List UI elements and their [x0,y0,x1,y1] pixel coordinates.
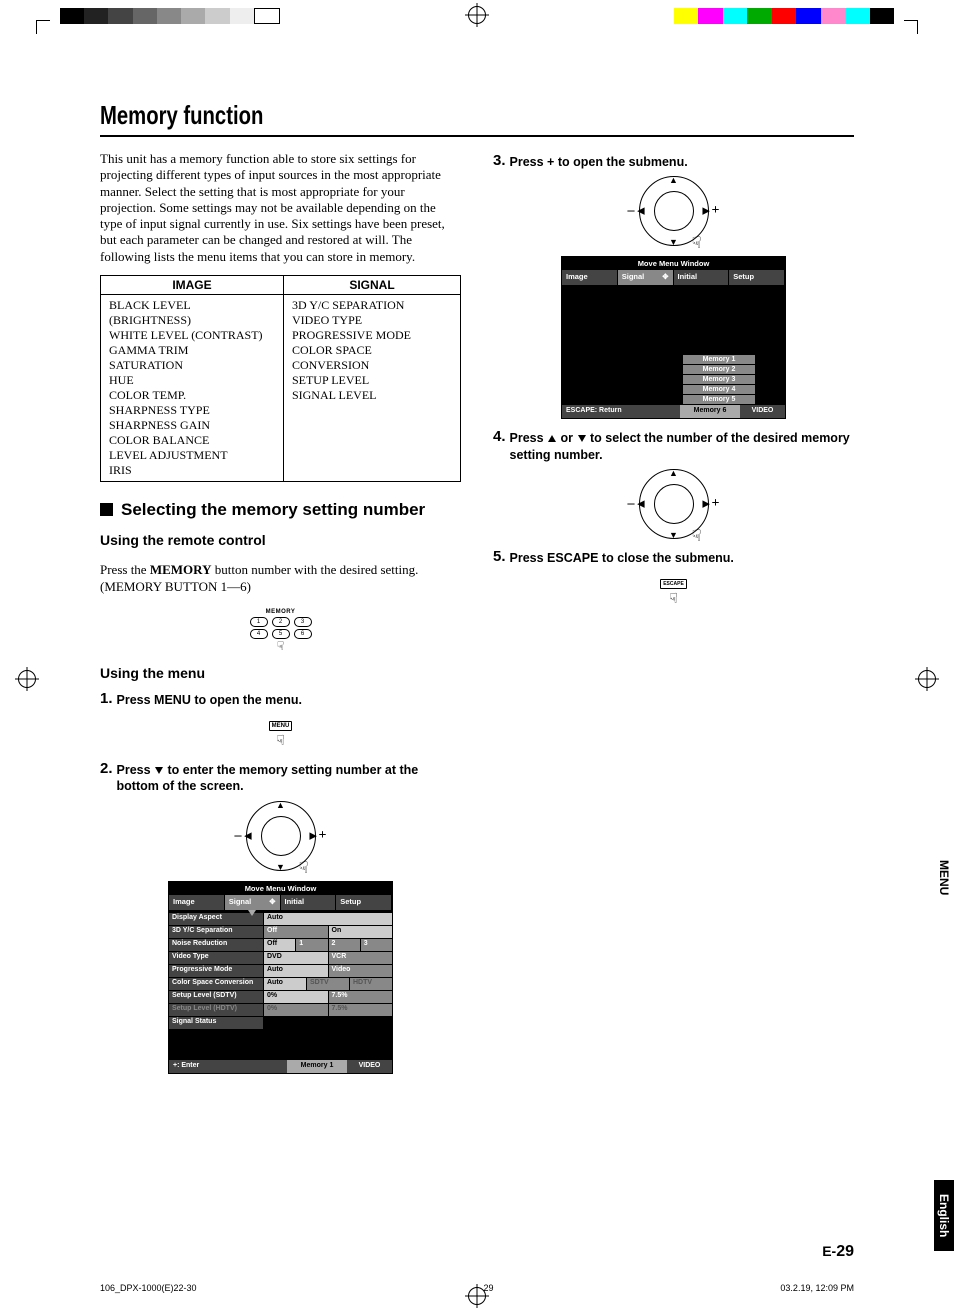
osd-footer-source: VIDEO [347,1060,392,1073]
osd-footer-memory: Memory 6 [680,405,740,418]
osd-tab: Initial [281,895,337,910]
hand-icon: ☟ [267,732,295,749]
step-4: 4. Press or to select the number of the … [493,429,854,463]
minus-icon: – [235,828,242,844]
osd-tab: Image [562,270,618,285]
osd-tab: Initial [674,270,730,285]
print-footer-page: 29 [483,1283,493,1293]
osd-tab: Setup [729,270,785,285]
arrow-right-icon: ▶ [703,498,710,509]
osd-footer-memory: Memory 1 [287,1060,347,1073]
intro-paragraph: This unit has a memory function able to … [100,151,461,265]
plus-icon: + [319,828,327,844]
page-title: Memory function [100,100,688,131]
left-column: This unit has a memory function able to … [100,143,461,1082]
arrow-down-icon: ▼ [669,237,678,247]
plus-icon: + [712,203,720,219]
escape-button-diagram: ESCAPE ☟ [658,572,690,607]
arrow-down-icon: ▼ [276,862,285,872]
step-3: 3. Press + to open the submenu. [493,153,854,170]
memory-list-item: Memory 1 [683,355,755,365]
osd-panel-signal: Move Menu Window Image Signal ✥ Initial … [168,881,393,1074]
sub-heading-remote: Using the remote control [100,532,461,548]
memory-button: 1 [250,617,268,627]
memory-items-table: IMAGE SIGNAL BLACK LEVEL (BRIGHTNESS) WH… [100,275,461,482]
hand-icon: ☟ [692,526,702,546]
osd-tab: Signal ✥ [225,895,281,910]
arrow-left-icon: ◀ [638,498,645,509]
hand-icon: ☟ [658,590,690,607]
dpad-diagram: ▲ ▼ ◀ ▶ – + ☟ [639,469,709,539]
print-footer: 106_DPX-1000(E)22-30 29 03.2.19, 12:09 P… [0,1283,954,1293]
side-tab-menu: MENU [934,850,954,905]
step-5: 5. Press ESCAPE to close the submenu. [493,549,854,566]
memory-button: 3 [294,617,312,627]
dpad-diagram: ▲ ▼ ◀ ▶ – + ☟ [639,176,709,246]
osd-footer-source: VIDEO [740,405,785,418]
sub-heading-menu: Using the menu [100,665,461,681]
arrow-left-icon: ◀ [638,206,645,217]
arrow-left-icon: ◀ [245,830,252,841]
arrow-up-icon: ▲ [276,800,285,810]
osd-tab: Signal ✥ [618,270,674,285]
arrow-right-icon: ▶ [703,206,710,217]
remote-instruction: Press the MEMORY button number with the … [100,561,461,596]
osd-footer-left: +: Enter [169,1060,287,1073]
plus-icon: + [712,496,720,512]
table-cell-signal: 3D Y/C SEPARATION VIDEO TYPE PROGRESSIVE… [283,294,460,481]
print-footer-timestamp: 03.2.19, 12:09 PM [780,1283,854,1293]
memory-button: 6 [294,629,312,639]
osd-titlebar: Move Menu Window [562,257,785,270]
arrow-down-icon: ▼ [669,530,678,540]
memory-buttons-diagram: MEMORY 1 2 3 4 5 6 ☟ [240,609,322,653]
osd-panel-memory: Move Menu Window Image Signal ✥ Initial … [561,256,786,419]
hand-icon: ☟ [240,639,322,653]
minus-icon: – [628,203,635,219]
table-header-signal: SIGNAL [283,275,460,294]
memory-list-item: Memory 4 [683,385,755,395]
hand-icon: ☟ [299,858,309,878]
right-column: 3. Press + to open the submenu. ▲ ▼ ◀ ▶ … [493,143,854,1082]
osd-tab: Image [169,895,225,910]
menu-button-diagram: MENU ☟ [267,714,295,749]
side-tab-english: English [934,1180,954,1251]
step-2: 2. Press to enter the memory setting num… [100,761,461,795]
triangle-down-icon [578,435,586,442]
memory-list-item: Memory 5 [683,395,755,405]
memory-list-item: Memory 2 [683,365,755,375]
page-number: E-29 [822,1243,854,1261]
arrow-up-icon: ▲ [669,175,678,185]
memory-button: 5 [272,629,290,639]
memory-button: 4 [250,629,268,639]
osd-tabs: Image Signal ✥ Initial Setup [169,895,392,910]
step-1: 1. Press MENU to open the menu. [100,691,461,708]
memory-list-item: Memory 3 [683,375,755,385]
minus-icon: – [628,496,635,512]
osd-footer-left: ESCAPE: Return [562,405,680,418]
title-rule [100,135,854,137]
memory-button: 2 [272,617,290,627]
osd-tab: Setup [336,895,392,910]
print-footer-filename: 106_DPX-1000(E)22-30 [100,1283,197,1293]
section-heading: Selecting the memory setting number [100,500,461,520]
triangle-down-icon [155,767,163,774]
dpad-diagram: ▲ ▼ ◀ ▶ – + ☟ [246,801,316,871]
osd-titlebar: Move Menu Window [169,882,392,895]
hand-icon: ☟ [692,233,702,253]
table-header-image: IMAGE [101,275,284,294]
arrow-up-icon: ▲ [669,468,678,478]
arrow-right-icon: ▶ [310,830,317,841]
table-cell-image: BLACK LEVEL (BRIGHTNESS) WHITE LEVEL (CO… [101,294,284,481]
triangle-up-icon [548,435,556,442]
